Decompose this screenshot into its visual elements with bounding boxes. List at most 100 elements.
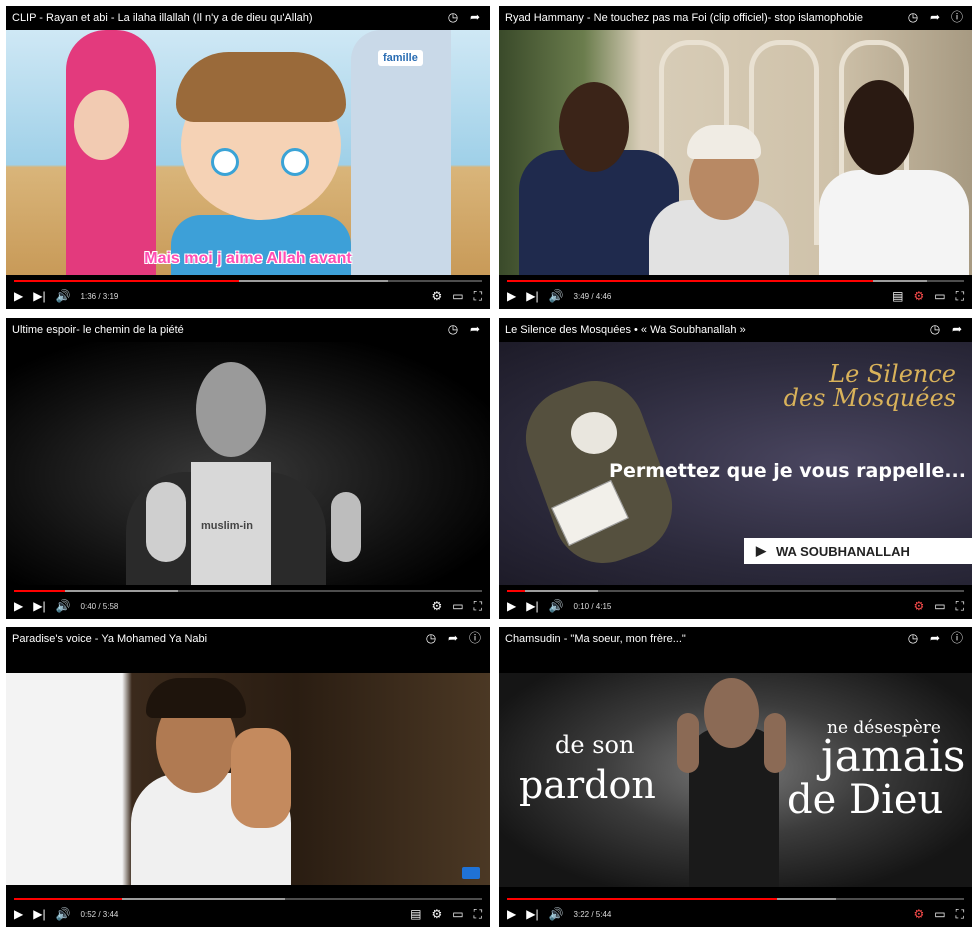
exit-fullscreen-icon[interactable]: ⛶ <box>956 600 964 612</box>
video-title[interactable]: Le Silence des Mosquées • « Wa Soubhanal… <box>505 324 912 336</box>
cast-icon[interactable]: ▭ <box>934 908 945 920</box>
cast-icon[interactable]: ▭ <box>934 290 945 302</box>
video-frame[interactable]: muslim-in <box>6 342 490 585</box>
video-title[interactable]: Ryad Hammany - Ne touchez pas ma Foi (cl… <box>505 12 912 24</box>
watch-later-icon[interactable]: ◷ <box>446 11 460 23</box>
time-display: 3:22 / 5:44 <box>573 909 612 919</box>
pink-character-face <box>74 90 129 160</box>
next-icon[interactable]: ▶| <box>526 908 538 920</box>
play-icon[interactable]: ▶ <box>507 600 516 612</box>
famille-logo: famille <box>378 50 423 66</box>
overlay-title: Le Silence des Mosquées <box>784 362 956 410</box>
play-icon[interactable]: ▶ <box>14 290 23 302</box>
player-controls: ▶ ▶| 🔊 3:49 / 4:46 ▤ ⚙ ▭ ⛶ <box>499 283 972 309</box>
video-player-5[interactable]: Paradise's voice - Ya Mohamed Ya Nabi ◷ … <box>6 627 490 927</box>
video-title[interactable]: Chamsudin - "Ma soeur, mon frère..." <box>505 633 912 645</box>
settings-hd-icon[interactable]: ⚙ <box>913 908 924 920</box>
cast-icon[interactable]: ▭ <box>452 600 463 612</box>
next-icon[interactable]: ▶| <box>33 600 45 612</box>
video-title[interactable]: CLIP - Rayan et abi - La ilaha illallah … <box>12 12 430 24</box>
share-icon[interactable]: ➦ <box>928 632 942 644</box>
next-icon[interactable]: ▶| <box>526 600 538 612</box>
volume-icon[interactable]: 🔊 <box>549 600 564 612</box>
video-frame[interactable]: de son pardon ne désespère jamais de Die… <box>499 673 972 887</box>
boy-hair <box>176 52 346 122</box>
man-right-face <box>844 80 914 175</box>
cast-icon[interactable]: ▭ <box>934 600 945 612</box>
raised-hand-left <box>677 713 699 773</box>
info-icon[interactable]: ⓘ <box>468 632 482 644</box>
man-left-face <box>559 82 629 172</box>
share-icon[interactable]: ➦ <box>468 11 482 23</box>
next-icon[interactable]: ▶| <box>33 290 45 302</box>
play-icon[interactable]: ▶ <box>507 290 516 302</box>
cast-icon[interactable]: ▭ <box>452 290 463 302</box>
video-player-1[interactable]: famille Mais moi j aime Allah avant CLIP… <box>6 6 490 309</box>
progress-fill <box>14 280 239 282</box>
text-de-dieu: de Dieu <box>787 777 944 823</box>
progress-bar[interactable] <box>14 280 482 282</box>
exit-fullscreen-icon[interactable]: ⛶ <box>474 290 482 302</box>
time-display: 3:49 / 4:46 <box>573 291 612 301</box>
video-frame[interactable] <box>6 673 490 885</box>
watch-later-icon[interactable]: ◷ <box>906 632 920 644</box>
exit-fullscreen-icon[interactable]: ⛶ <box>956 290 964 302</box>
info-icon[interactable]: ⓘ <box>950 11 964 23</box>
play-icon[interactable]: ▶ <box>14 600 23 612</box>
overlay-text: Permettez que je vous rappelle... <box>609 460 966 482</box>
watch-later-icon[interactable]: ◷ <box>424 632 438 644</box>
exit-fullscreen-icon[interactable]: ⛶ <box>956 908 964 920</box>
watch-later-icon[interactable]: ◷ <box>906 11 920 23</box>
progress-fill <box>507 898 777 900</box>
info-icon[interactable]: ⓘ <box>950 632 964 644</box>
channel-badge-icon[interactable] <box>462 867 480 879</box>
exit-fullscreen-icon[interactable]: ⛶ <box>474 600 482 612</box>
volume-icon[interactable]: 🔊 <box>56 908 71 920</box>
shirt-text: muslim-in <box>201 520 253 532</box>
cast-icon[interactable]: ▭ <box>452 908 463 920</box>
exit-fullscreen-icon[interactable]: ⛶ <box>474 908 482 920</box>
progress-fill <box>14 898 122 900</box>
video-frame[interactable] <box>499 30 972 275</box>
play-icon[interactable]: ▶ <box>507 908 516 920</box>
progress-bar[interactable] <box>507 590 964 592</box>
subtitles-icon[interactable]: ▤ <box>892 290 903 302</box>
share-icon[interactable]: ➦ <box>446 632 460 644</box>
settings-icon[interactable]: ⚙ <box>431 908 442 920</box>
share-icon[interactable]: ➦ <box>928 11 942 23</box>
share-icon[interactable]: ➦ <box>950 323 964 335</box>
next-icon[interactable]: ▶| <box>33 908 45 920</box>
progress-bar[interactable] <box>14 898 482 900</box>
time-display: 0:52 / 3:44 <box>80 909 119 919</box>
video-player-4[interactable]: Le Silence des Mosquées Permettez que je… <box>499 318 972 619</box>
settings-icon[interactable]: ⚙ <box>431 600 442 612</box>
watch-later-icon[interactable]: ◷ <box>446 323 460 335</box>
man-face <box>196 362 266 457</box>
text-de-son: de son <box>555 731 635 759</box>
video-frame[interactable]: famille Mais moi j aime Allah avant <box>6 30 490 275</box>
video-frame[interactable]: Le Silence des Mosquées Permettez que je… <box>499 342 972 585</box>
video-title[interactable]: Ultime espoir- le chemin de la piété <box>12 324 430 336</box>
volume-icon[interactable]: 🔊 <box>549 908 564 920</box>
subtitles-icon[interactable]: ▤ <box>410 908 421 920</box>
video-player-2[interactable]: Ryad Hammany - Ne touchez pas ma Foi (cl… <box>499 6 972 309</box>
volume-icon[interactable]: 🔊 <box>56 290 71 302</box>
next-icon[interactable]: ▶| <box>526 290 538 302</box>
video-title[interactable]: Paradise's voice - Ya Mohamed Ya Nabi <box>12 633 430 645</box>
play-icon: ▶ <box>756 543 766 558</box>
settings-icon[interactable]: ⚙ <box>431 290 442 302</box>
progress-bar[interactable] <box>14 590 482 592</box>
play-icon[interactable]: ▶ <box>14 908 23 920</box>
overlay-play-box[interactable]: ▶ WA SOUBHANALLAH <box>744 538 972 564</box>
progress-bar[interactable] <box>507 898 964 900</box>
video-player-3[interactable]: muslim-in Ultime espoir- le chemin de la… <box>6 318 490 619</box>
volume-icon[interactable]: 🔊 <box>549 290 564 302</box>
time-display: 0:10 / 4:15 <box>573 601 612 611</box>
watch-later-icon[interactable]: ◷ <box>928 323 942 335</box>
settings-hd-icon[interactable]: ⚙ <box>913 600 924 612</box>
settings-hd-icon[interactable]: ⚙ <box>913 290 924 302</box>
share-icon[interactable]: ➦ <box>468 323 482 335</box>
progress-bar[interactable] <box>507 280 964 282</box>
video-player-6[interactable]: de son pardon ne désespère jamais de Die… <box>499 627 972 927</box>
volume-icon[interactable]: 🔊 <box>56 600 71 612</box>
